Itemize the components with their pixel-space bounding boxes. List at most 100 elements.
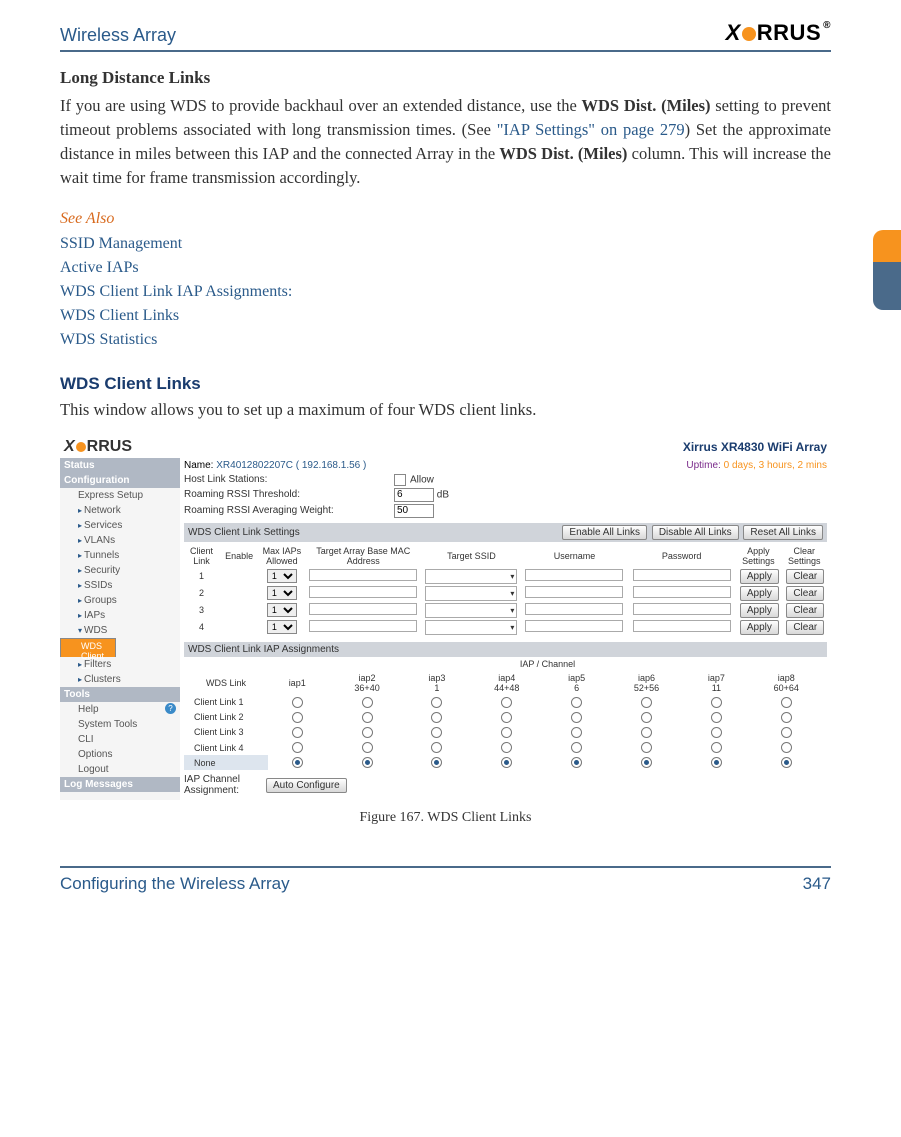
iap-radio[interactable]: [641, 757, 652, 768]
iap-radio[interactable]: [431, 712, 442, 723]
mac-input[interactable]: [309, 569, 417, 581]
iap-radio[interactable]: [641, 712, 652, 723]
password-input[interactable]: [633, 620, 731, 632]
sidebar-item[interactable]: Clusters: [60, 672, 180, 687]
sidebar-item[interactable]: Services: [60, 518, 180, 533]
see-also-link[interactable]: Active IAPs: [60, 256, 831, 280]
max-iaps-select[interactable]: 1: [267, 620, 297, 634]
mac-input[interactable]: [309, 586, 417, 598]
allow-checkbox[interactable]: [394, 474, 406, 486]
iap-radio[interactable]: [292, 757, 303, 768]
iap-radio[interactable]: [362, 757, 373, 768]
sidebar-item[interactable]: Network: [60, 503, 180, 518]
see-also-link[interactable]: WDS Client Links: [60, 304, 831, 328]
password-input[interactable]: [633, 603, 731, 615]
iap-radio[interactable]: [292, 742, 303, 753]
sidebar-tool[interactable]: Help?: [60, 702, 180, 717]
username-input[interactable]: [525, 620, 623, 632]
sidebar-item[interactable]: SSIDs: [60, 578, 180, 593]
iap-radio[interactable]: [711, 727, 722, 738]
ssid-select[interactable]: [425, 620, 517, 635]
sidebar-item-selected[interactable]: WDS Client Links: [60, 638, 116, 657]
sidebar-status[interactable]: Status: [60, 458, 180, 473]
iap-radio[interactable]: [431, 742, 442, 753]
iap-radio[interactable]: [431, 757, 442, 768]
sidebar-item[interactable]: Groups: [60, 593, 180, 608]
iap-radio[interactable]: [711, 712, 722, 723]
iap-radio[interactable]: [711, 697, 722, 708]
iap-radio[interactable]: [571, 712, 582, 723]
sidebar-tool[interactable]: Options: [60, 747, 180, 762]
ssid-select[interactable]: [425, 569, 517, 584]
apply-button[interactable]: Apply: [740, 620, 779, 635]
iap-radio[interactable]: [431, 697, 442, 708]
iap-radio[interactable]: [571, 742, 582, 753]
apply-button[interactable]: Apply: [740, 569, 779, 584]
iap-radio[interactable]: [362, 742, 373, 753]
sidebar-item[interactable]: Security: [60, 563, 180, 578]
iap-radio[interactable]: [711, 742, 722, 753]
reset-all-button[interactable]: Reset All Links: [743, 525, 823, 540]
username-input[interactable]: [525, 603, 623, 615]
apply-button[interactable]: Apply: [740, 586, 779, 601]
mac-input[interactable]: [309, 620, 417, 632]
iap-radio[interactable]: [711, 757, 722, 768]
mac-input[interactable]: [309, 603, 417, 615]
iap-radio[interactable]: [501, 757, 512, 768]
sidebar-item[interactable]: Filters: [60, 657, 180, 672]
weight-input[interactable]: [394, 504, 434, 518]
iap-settings-link[interactable]: "IAP Settings" on page 279: [497, 120, 685, 139]
rssi-input[interactable]: [394, 488, 434, 502]
iap-radio[interactable]: [571, 757, 582, 768]
iap-radio[interactable]: [362, 697, 373, 708]
password-input[interactable]: [633, 569, 731, 581]
sidebar-tool[interactable]: Logout: [60, 762, 180, 777]
see-also-link[interactable]: WDS Client Link IAP Assignments:: [60, 280, 831, 304]
help-icon[interactable]: ?: [165, 703, 176, 714]
ssid-select[interactable]: [425, 586, 517, 601]
iap-radio[interactable]: [292, 727, 303, 738]
enable-all-button[interactable]: Enable All Links: [562, 525, 647, 540]
sidebar-log[interactable]: Log Messages: [60, 777, 180, 792]
iap-radio[interactable]: [431, 727, 442, 738]
iap-radio[interactable]: [781, 727, 792, 738]
auto-configure-button[interactable]: Auto Configure: [266, 778, 347, 793]
clear-button[interactable]: Clear: [786, 603, 824, 618]
max-iaps-select[interactable]: 1: [267, 603, 297, 617]
apply-button[interactable]: Apply: [740, 603, 779, 618]
iap-radio[interactable]: [641, 697, 652, 708]
sidebar-tool[interactable]: CLI: [60, 732, 180, 747]
iap-radio[interactable]: [571, 697, 582, 708]
iap-radio[interactable]: [292, 697, 303, 708]
sidebar-item[interactable]: IAPs: [60, 608, 180, 623]
disable-all-button[interactable]: Disable All Links: [652, 525, 739, 540]
sidebar-tool[interactable]: System Tools: [60, 717, 180, 732]
iap-radio[interactable]: [641, 742, 652, 753]
iap-radio[interactable]: [641, 727, 652, 738]
iap-radio[interactable]: [781, 697, 792, 708]
sidebar-tools[interactable]: Tools: [60, 687, 180, 702]
iap-radio[interactable]: [781, 712, 792, 723]
max-iaps-select[interactable]: 1: [267, 586, 297, 600]
iap-radio[interactable]: [781, 757, 792, 768]
sidebar-item[interactable]: WDS: [60, 623, 180, 638]
clear-button[interactable]: Clear: [786, 620, 824, 635]
iap-radio[interactable]: [781, 742, 792, 753]
iap-radio[interactable]: [571, 727, 582, 738]
see-also-link[interactable]: WDS Statistics: [60, 328, 831, 352]
password-input[interactable]: [633, 586, 731, 598]
see-also-link[interactable]: SSID Management: [60, 232, 831, 256]
iap-radio[interactable]: [362, 712, 373, 723]
sidebar-configuration[interactable]: Configuration: [60, 473, 180, 488]
ssid-select[interactable]: [425, 603, 517, 618]
sidebar-item[interactable]: Express Setup: [60, 488, 180, 503]
iap-radio[interactable]: [501, 727, 512, 738]
max-iaps-select[interactable]: 1: [267, 569, 297, 583]
iap-radio[interactable]: [501, 742, 512, 753]
iap-radio[interactable]: [292, 712, 303, 723]
username-input[interactable]: [525, 569, 623, 581]
iap-radio[interactable]: [501, 697, 512, 708]
clear-button[interactable]: Clear: [786, 569, 824, 584]
sidebar-item[interactable]: Tunnels: [60, 548, 180, 563]
iap-radio[interactable]: [501, 712, 512, 723]
